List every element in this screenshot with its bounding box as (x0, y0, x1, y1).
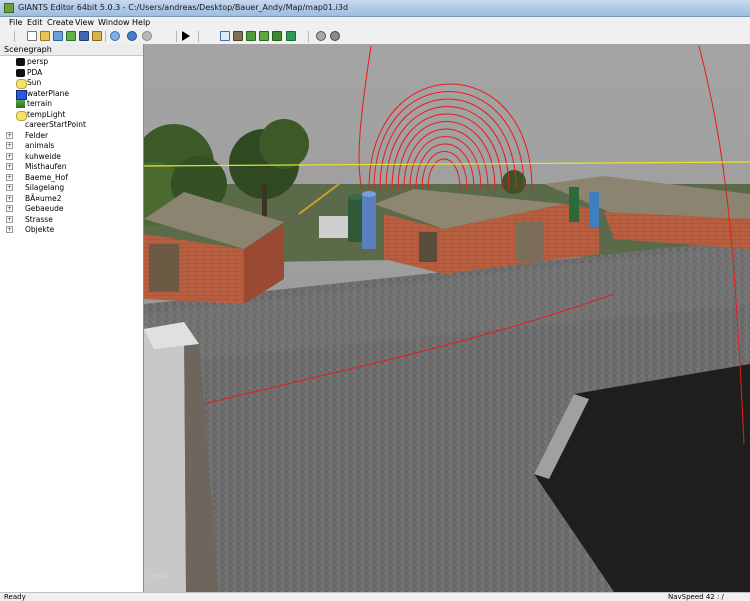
giants-app-icon (4, 3, 14, 13)
scenegraph-node-label: Silagelang (25, 183, 65, 192)
light-icon (16, 110, 27, 121)
scenegraph-node-label: kuhweide (25, 151, 61, 161)
scenegraph-node-label: terrain (27, 99, 53, 108)
toolbar (0, 29, 750, 45)
menu-edit[interactable]: Edit (27, 18, 43, 27)
open-icon[interactable] (40, 31, 50, 41)
scenegraph-node-label: BÃ¤ume2 (25, 193, 62, 203)
save-as-icon[interactable] (92, 31, 102, 41)
camera-label: persp (150, 572, 167, 579)
tree-right (502, 170, 526, 194)
expand-icon[interactable]: + (6, 152, 13, 160)
terrain-paint-icon[interactable] (246, 31, 256, 41)
expand-icon[interactable]: + (6, 173, 13, 181)
3d-viewport[interactable]: persp (144, 44, 750, 592)
scenegraph-node-label: Baeme_Hof (25, 172, 68, 182)
toolbar-separator (198, 31, 199, 42)
select-icon[interactable] (220, 31, 230, 41)
save-icon[interactable] (79, 31, 89, 41)
gear-icon[interactable] (316, 31, 326, 41)
export-icon[interactable] (66, 31, 76, 41)
viewport-scene: persp (144, 44, 750, 592)
scenegraph-node-label: Strasse (25, 214, 53, 224)
new-icon[interactable] (27, 31, 37, 41)
scenegraph-node-label: persp (27, 57, 49, 66)
menu-help[interactable]: Help (132, 18, 150, 27)
title-bar: GIANTS Editor 64bit 5.0.3 - C:/Users/and… (0, 0, 750, 17)
scenegraph-node-label: waterPlane (27, 88, 69, 98)
import-icon[interactable] (53, 31, 63, 41)
undo-icon[interactable] (127, 31, 137, 41)
terrain-icon (16, 100, 25, 108)
scenegraph-node-label: Objekte (25, 225, 55, 234)
toolbar-separator (308, 31, 309, 42)
menu-create[interactable]: Create (47, 18, 74, 27)
foliage-icon[interactable] (259, 31, 269, 41)
editor-window: GIANTS Editor 64bit 5.0.3 - C:/Users/and… (0, 0, 750, 601)
expand-icon[interactable]: + (6, 205, 13, 212)
expand-icon[interactable]: + (6, 131, 13, 139)
scenegraph-node-label: Sun (27, 78, 42, 87)
camera-icon (16, 68, 25, 77)
expand-icon[interactable]: + (6, 226, 13, 233)
reload-icon[interactable] (110, 31, 120, 41)
scenegraph-panel: Scenegraph persp PDA Sun waterPlane terrain t… (0, 44, 144, 592)
scenegraph-title: Scenegraph (0, 44, 143, 56)
toolbar-separator (14, 31, 15, 42)
plant-icon[interactable] (286, 31, 296, 41)
light-icon (16, 79, 27, 89)
menu-window[interactable]: Window (98, 18, 130, 27)
expand-icon[interactable]: + (6, 215, 13, 223)
menu-view[interactable]: View (75, 18, 94, 27)
expand-icon[interactable]: + (6, 142, 13, 149)
redo-icon[interactable] (142, 31, 152, 41)
scenegraph-node-label: animals (25, 141, 55, 150)
menu-file[interactable]: File (9, 18, 22, 27)
scenegraph-node-label: careerStartPoint (25, 120, 86, 129)
grass-icon[interactable] (272, 31, 282, 41)
expand-icon[interactable]: + (6, 163, 13, 170)
settings-icon[interactable] (330, 31, 340, 41)
play-icon[interactable] (182, 31, 190, 41)
shape-icon (16, 89, 27, 100)
expand-icon[interactable]: + (6, 184, 13, 191)
toolbar-separator (105, 31, 106, 42)
expand-icon[interactable]: + (6, 194, 13, 202)
scenegraph-node-label: PDA (27, 67, 43, 77)
silo-tanks (348, 191, 376, 249)
scenegraph-node-label: Felder (25, 130, 49, 140)
terrain-sculpt-icon[interactable] (233, 31, 243, 41)
toolbar-separator (176, 31, 177, 42)
menu-bar: File Edit Create View Window Help (0, 17, 750, 29)
scenegraph-node-label: Gebaeude (25, 204, 64, 213)
camera-icon (16, 58, 25, 66)
window-title: GIANTS Editor 64bit 5.0.3 - C:/Users/and… (18, 3, 349, 12)
scenegraph-node-label: tempLight (27, 109, 66, 119)
scenegraph-node-label: Misthaufen (25, 162, 67, 171)
